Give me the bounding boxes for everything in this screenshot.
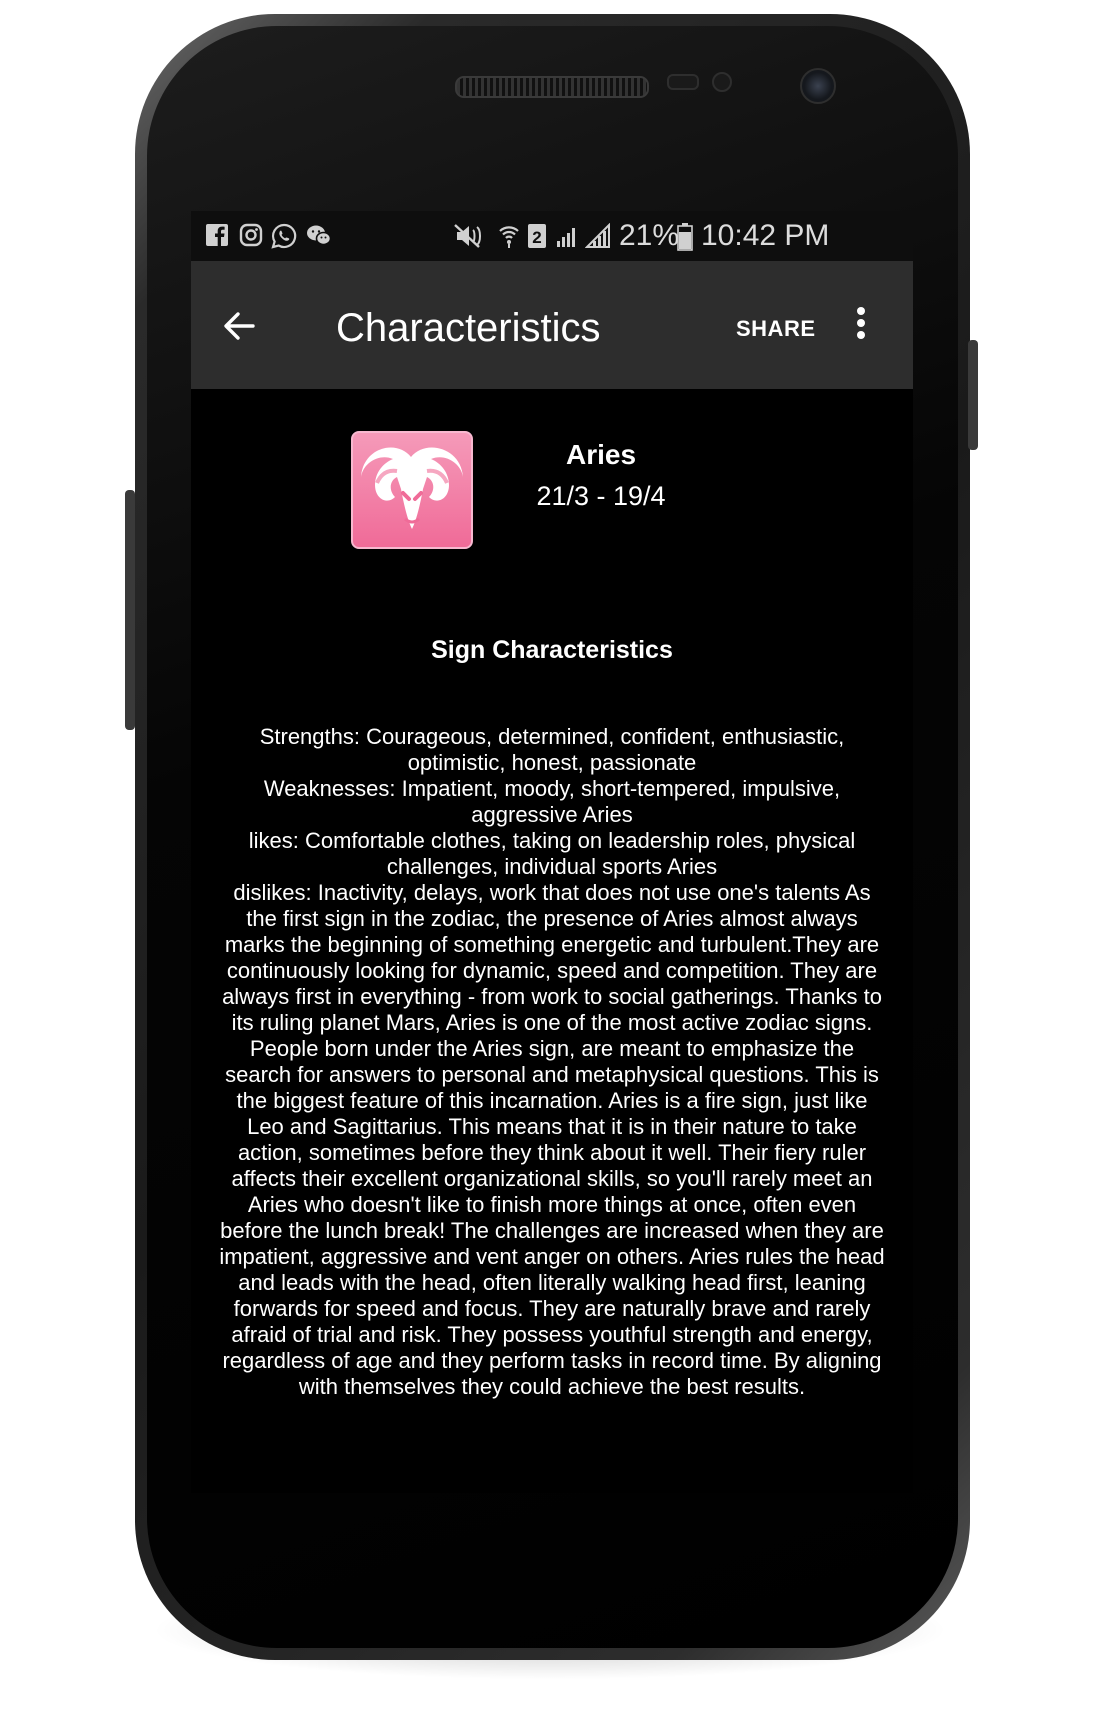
characteristics-text: Strengths: Courageous, determined, confi…	[219, 724, 885, 1399]
proximity-sensor	[667, 74, 699, 90]
share-button[interactable]: SHARE	[736, 316, 816, 342]
wifi-icon	[499, 226, 519, 248]
section-heading: Sign Characteristics	[431, 636, 673, 664]
app-bar: Characteristics SHARE	[191, 261, 913, 389]
app-screen: 2 21% 10:42 PM Characteristics SHARE Ari…	[191, 211, 913, 1493]
wechat-icon	[307, 225, 332, 246]
light-sensor	[712, 72, 732, 92]
mute-icon	[454, 224, 481, 248]
svg-text:2: 2	[532, 228, 541, 247]
clock: 10:42 PM	[701, 219, 830, 252]
page-title: Characteristics	[336, 306, 601, 350]
front-camera	[800, 68, 836, 104]
battery-icon	[677, 223, 693, 251]
sign-name: Aries	[565, 439, 637, 470]
battery-percent: 21%	[619, 219, 680, 252]
signal-icon-2	[585, 223, 610, 248]
instagram-icon	[239, 223, 263, 247]
power-button	[968, 340, 978, 450]
sign-dates: 21/3 - 19/4	[536, 481, 666, 511]
facebook-icon	[206, 224, 228, 246]
earpiece-speaker	[455, 76, 649, 98]
signal-icon	[557, 228, 575, 247]
arrow-left-icon[interactable]	[219, 306, 259, 346]
aries-ram-icon	[351, 431, 473, 549]
sim-icon: 2	[528, 224, 546, 248]
volume-button	[125, 490, 135, 730]
more-vertical-icon[interactable]	[851, 307, 871, 347]
whatsapp-icon	[271, 223, 297, 249]
status-bar: 2 21% 10:42 PM	[191, 211, 913, 261]
